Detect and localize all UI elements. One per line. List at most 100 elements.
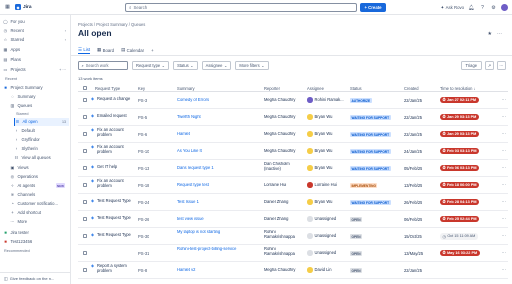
row-actions-icon[interactable]: ⋯ [502,250,507,256]
sidebar-item-queues[interactable]: ▥ Queues [10,102,69,110]
sidebar-item-starred[interactable]: ☆ Starred › [3,36,69,44]
sidebar-queue-gryffindor[interactable]: › Gryffindor [14,136,69,144]
tab-calendar[interactable]: ▤ Calendar [121,46,144,54]
status-cell[interactable]: WAITING FOR SUPPORT [350,131,391,138]
sidebar-view-all-queues[interactable]: ☷ View all queues [14,154,69,162]
issue-summary-link[interactable]: Dans request type 1 [177,166,259,171]
tab-list[interactable]: ☰ List [78,46,91,54]
sidebar-item-more[interactable]: ⋯ More [10,218,69,226]
column-key[interactable]: Key [138,86,145,91]
row-checkbox[interactable] [83,251,87,255]
sidebar-item-plans[interactable]: ▤ Plans [3,56,69,64]
table-row[interactable]: PS-31 Rohini-test-project-billing-service… [78,245,508,262]
column-created[interactable]: Created [404,86,419,91]
row-actions-icon[interactable]: ⋯ [502,131,507,137]
row-actions-icon[interactable]: ⋯ [502,97,507,103]
row-checkbox[interactable] [83,166,87,170]
filter-status[interactable]: Status ⌄ [173,61,198,70]
row-actions-icon[interactable]: ⋯ [502,233,507,239]
sidebar-item-operations[interactable]: ◎ Operations [10,173,69,181]
sidebar-item-add-shortcut[interactable]: + Add shortcut [10,209,69,217]
star-icon[interactable]: ★ [488,31,492,37]
issue-summary-link[interactable]: My laptop is not starting [177,230,259,235]
share-icon[interactable]: ↗ [485,61,494,70]
assignee-cell[interactable]: Bryan Wu [307,199,349,205]
status-cell[interactable]: OPEN [350,233,363,240]
issue-summary-link[interactable]: As You Like It [177,149,259,154]
assignee-cell[interactable]: Bryan Wu [307,148,349,154]
issue-summary-link[interactable]: Rohini-test-project-billing-service [177,247,259,252]
row-actions-icon[interactable]: ⋯ [502,148,507,154]
status-badge[interactable]: WAITING FOR SUPPORT [350,148,391,155]
table-row[interactable]: ◈ Fix an account problem PS-10 As You Like … [78,143,508,160]
table-row[interactable]: ◈ Fix an account problem PS-6 Hamlet Megha C… [78,126,508,143]
assignee-cell[interactable]: Bryan Wu [307,165,349,171]
sidebar-project-jira-tester[interactable]: ■ Jira tester [3,229,69,237]
tab-add[interactable]: + [151,46,154,54]
sidebar-project-summary[interactable]: ■ Project Summary [3,84,69,92]
jira-logo-icon[interactable]: ◆ [15,4,21,10]
status-badge[interactable]: WAITING FOR SUPPORT [350,199,391,206]
sidebar-item-views[interactable]: ▣ Views [10,164,69,172]
settings-icon[interactable]: ⚙ [490,4,497,11]
add-project-icon[interactable]: + ⋯ [59,68,66,72]
status-cell[interactable]: AUTHORIZE [350,97,372,104]
sidebar-queue-all-open[interactable]: ☰ All open 13 [14,118,69,126]
assignee-cell[interactable]: Unassigned [307,233,349,239]
assignee-cell[interactable]: Rohini Ramak... [307,97,349,103]
row-checkbox[interactable] [83,217,87,221]
row-actions-icon[interactable]: ⋯ [502,165,507,171]
issue-summary-link[interactable]: Test Issue 1 [177,200,259,205]
row-checkbox[interactable] [83,149,87,153]
create-button[interactable]: + Create [360,3,386,12]
assignee-cell[interactable]: Unassigned [307,250,349,256]
table-row[interactable]: ◈ Get IT help PS-13 Dans request type 1 Dan … [78,160,508,177]
issue-summary-link[interactable]: Hamlet v2 [177,268,259,273]
sidebar-item-customer-notifications[interactable]: ◔ Customer notificatio... [10,200,69,208]
issue-summary-link[interactable]: test view issue [177,217,259,222]
row-checkbox[interactable] [83,234,87,238]
column-status[interactable]: Status [350,86,362,91]
status-badge[interactable]: IMPLEMENTING [350,182,378,189]
status-badge[interactable]: OPEN [350,267,363,274]
row-checkbox[interactable] [83,132,87,136]
row-actions-icon[interactable]: ⋯ [502,182,507,188]
search-work-input[interactable]: ⌕ Search work [78,61,128,70]
status-badge[interactable]: OPEN [350,216,363,223]
row-actions-icon[interactable]: ⋯ [502,267,507,273]
table-row[interactable]: ◈ Test Request Type PS-26 test view issue Da… [78,211,508,228]
row-actions-icon[interactable]: ⋯ [502,114,507,120]
assignee-cell[interactable]: Unassigned [307,216,349,222]
status-cell[interactable]: WAITING FOR SUPPORT [350,114,391,121]
sidebar-item-projects[interactable]: ▭ Projects + ⋯ [3,66,69,74]
column-request-type[interactable]: Request Type [95,86,120,91]
column-assignee[interactable]: Assignee [307,86,324,91]
assignee-cell[interactable]: David Lin [307,267,349,273]
issue-summary-link[interactable]: Hamlet [177,132,259,137]
status-cell[interactable]: OPEN [350,267,363,274]
status-cell[interactable]: OPEN [350,250,363,257]
issue-key[interactable]: PS-3 [138,98,147,103]
status-badge[interactable]: OPEN [350,233,363,240]
table-row[interactable]: ◈ Test Request Type PS-24 Test Issue 1 Danie… [78,194,508,211]
issue-key[interactable]: PS-18 [138,183,149,188]
table-row[interactable]: ◈ Report a system problem PS-8 Hamlet v2 Meg… [78,262,508,279]
issue-key[interactable]: PS-31 [138,251,149,256]
sidebar-item-recent[interactable]: ◷ Recent › [3,27,69,35]
sidebar-item-apps[interactable]: ▦ Apps [3,46,69,54]
status-cell[interactable]: WAITING FOR SUPPORT [350,148,391,155]
issue-key[interactable]: PS-6 [138,132,147,137]
status-badge[interactable]: AUTHORIZE [350,97,372,104]
status-cell[interactable]: WAITING FOR SUPPORT [350,199,391,206]
help-icon[interactable]: ? [479,4,486,11]
issue-summary-link[interactable]: Request type test [177,183,259,188]
sidebar-item-channels[interactable]: ≋ Channels [10,191,69,199]
filter-more[interactable]: More filters ⌄ [235,61,269,70]
status-badge[interactable]: WAITING FOR SUPPORT [350,131,391,138]
tab-board[interactable]: ▦ Board [97,46,114,54]
issue-key[interactable]: PS-13 [138,166,149,171]
feedback-link[interactable]: ◫ Give feedback on the n... [0,272,71,284]
issue-key[interactable]: PS-5 [138,115,147,120]
column-reporter[interactable]: Reporter [264,86,280,91]
column-time-to-resolution[interactable]: Time to resolution ↓ [440,86,476,91]
